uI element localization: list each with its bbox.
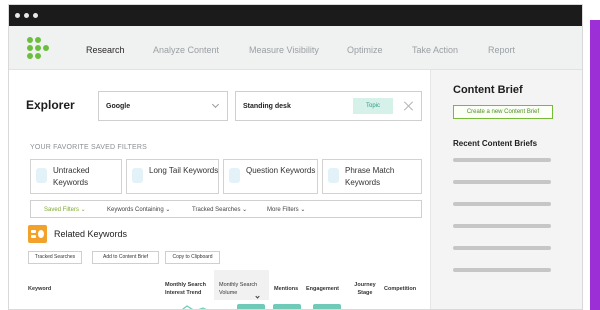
column-header-journey-stage[interactable]: Journey Stage: [352, 281, 378, 297]
filter-card-untracked[interactable]: Untracked Keywords: [30, 159, 122, 194]
tracked-searches-button[interactable]: Tracked Searches: [28, 251, 82, 264]
filter-card-question[interactable]: Question Keywords: [223, 159, 318, 194]
filter-bar: Saved Filters ⌄ Keywords Containing ⌄ Tr…: [30, 200, 422, 218]
related-keywords-title: Related Keywords: [54, 229, 128, 239]
copy-to-clipboard-button[interactable]: Copy to Clipboard: [165, 251, 220, 264]
related-keywords-icon: [28, 225, 47, 243]
search-query-text: Standing desk: [243, 103, 291, 110]
search-engine-select[interactable]: Google: [98, 91, 228, 121]
page-title: Explorer: [26, 98, 75, 112]
nav-research[interactable]: Research: [86, 45, 125, 55]
recent-brief-placeholder[interactable]: [453, 224, 551, 228]
search-engine-value: Google: [106, 103, 131, 110]
window-close-dot[interactable]: [15, 13, 20, 18]
chevron-down-icon: [211, 100, 220, 109]
saved-filters-heading: YOUR FAVORITE SAVED FILTERS: [30, 144, 148, 151]
filter-card-label: Long Tail Keywords: [149, 166, 219, 175]
topic-badge: Topic: [353, 98, 393, 114]
volume-bar: [237, 304, 265, 309]
filter-card-icon: [229, 168, 240, 183]
engagement-bar: [313, 304, 341, 309]
filter-card-label: Phrase Match Keywords: [345, 166, 395, 187]
app-window: Research Analyze Content Measure Visibil…: [8, 4, 583, 310]
filter-card-long-tail[interactable]: Long Tail Keywords: [126, 159, 219, 194]
nav-analyze-content[interactable]: Analyze Content: [153, 45, 219, 55]
column-header-keyword[interactable]: Keyword: [28, 285, 51, 293]
nav-measure-visibility[interactable]: Measure Visibility: [249, 45, 319, 55]
top-navigation: Research Analyze Content Measure Visibil…: [9, 26, 582, 70]
brand-logo-icon[interactable]: [27, 37, 49, 59]
column-header-mentions[interactable]: Mentions: [274, 285, 298, 293]
window-titlebar: [9, 5, 582, 26]
recent-brief-placeholder[interactable]: [453, 246, 551, 250]
recent-brief-placeholder[interactable]: [453, 202, 551, 206]
tracked-searches-dropdown[interactable]: Tracked Searches ⌄: [192, 206, 247, 213]
add-to-content-brief-button[interactable]: Add to Content Brief: [92, 251, 159, 264]
accent-edge-bar: [590, 20, 600, 310]
filter-card-icon: [132, 168, 143, 183]
nav-take-action[interactable]: Take Action: [412, 45, 458, 55]
mentions-bar: [273, 304, 301, 309]
nav-optimize[interactable]: Optimize: [347, 45, 383, 55]
recent-brief-placeholder[interactable]: [453, 158, 551, 162]
recent-brief-placeholder[interactable]: [453, 180, 551, 184]
column-header-trend[interactable]: Monthly Search Interest Trend: [165, 281, 213, 297]
search-input[interactable]: Standing desk Topic: [235, 91, 422, 121]
filter-card-icon: [328, 168, 339, 183]
trend-sparkline-icon: [182, 305, 207, 309]
nav-report[interactable]: Report: [488, 45, 515, 55]
main-panel: Explorer Google Standing desk Topic YOUR…: [9, 70, 430, 309]
create-content-brief-button[interactable]: Create a new Content Brief: [453, 105, 553, 119]
column-header-engagement[interactable]: Engagement: [306, 285, 339, 293]
filter-card-phrase-match[interactable]: Phrase Match Keywords: [322, 159, 422, 194]
more-filters-dropdown[interactable]: More Filters ⌄: [267, 206, 305, 213]
column-header-competition[interactable]: Competition: [384, 285, 416, 293]
recent-brief-placeholder[interactable]: [453, 268, 551, 272]
filter-card-icon: [36, 168, 47, 183]
clear-icon[interactable]: [403, 100, 415, 112]
content-brief-title: Content Brief: [453, 84, 523, 96]
recent-briefs-title: Recent Content Briefs: [453, 139, 538, 148]
saved-filters-dropdown[interactable]: Saved Filters ⌄: [44, 206, 86, 213]
window-minimize-dot[interactable]: [24, 13, 29, 18]
filter-card-label: Untracked Keywords: [53, 166, 90, 187]
keywords-containing-dropdown[interactable]: Keywords Containing ⌄: [107, 206, 170, 213]
filter-card-label: Question Keywords: [246, 166, 316, 175]
window-maximize-dot[interactable]: [33, 13, 38, 18]
content-brief-sidebar: Content Brief Create a new Content Brief…: [430, 70, 582, 309]
